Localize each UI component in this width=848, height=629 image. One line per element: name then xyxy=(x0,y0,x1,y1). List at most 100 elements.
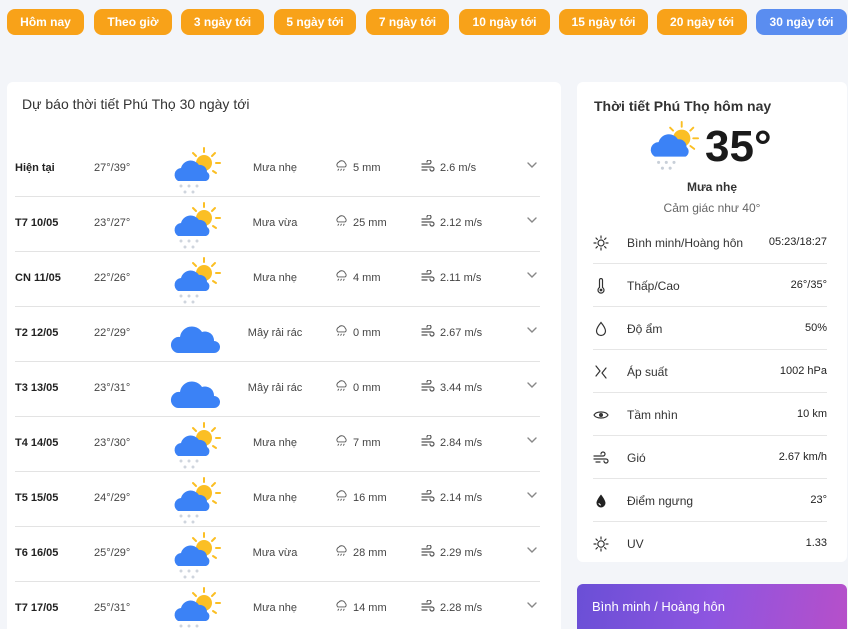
dew-point-icon xyxy=(593,493,609,509)
chevron-down-icon[interactable] xyxy=(525,378,539,392)
forecast-range-tabs: Hôm nay Theo giờ 3 ngày tới 5 ngày tới 7… xyxy=(0,9,848,35)
forecast-temp-range: 22°/29° xyxy=(94,327,131,339)
wind-speed-value: 2.11 m/s xyxy=(440,271,482,284)
current-condition: Mưa nhẹ xyxy=(686,180,738,194)
forecast-row[interactable]: CN 11/05 22°/26° Mưa nhẹ 4 mm 2.11 m/s xyxy=(15,252,540,307)
forecast-row[interactable]: T5 15/05 24°/29° Mưa nhẹ 16 mm 2.14 m/s xyxy=(15,472,540,527)
tab-7-days[interactable]: 7 ngày tới xyxy=(366,9,449,35)
wind-icon xyxy=(421,489,435,505)
sun-cloud-rain-icon xyxy=(166,421,226,469)
detail-row: Độ ẩm 50% xyxy=(593,307,827,350)
wind-speed: 2.14 m/s xyxy=(421,489,482,505)
chevron-down-icon[interactable] xyxy=(525,213,539,227)
forecast-day: T7 17/05 xyxy=(15,602,59,614)
forecast-day: T2 12/05 xyxy=(15,327,59,339)
precipitation-value: 14 mm xyxy=(353,601,387,614)
wind-icon xyxy=(593,450,609,466)
forecast-title: Dự báo thời tiết Phú Thọ 30 ngày tới xyxy=(22,96,250,112)
forecast-condition: Mây rải rác xyxy=(247,382,303,394)
tab-today[interactable]: Hôm nay xyxy=(7,9,84,35)
forecast-row[interactable]: T3 13/05 23°/31° Mây rải rác 0 mm 3.44 m/s xyxy=(15,362,540,417)
precipitation: 16 mm xyxy=(335,490,387,505)
detail-label: Gió xyxy=(627,451,646,465)
wind-icon xyxy=(421,379,435,395)
detail-row: Bình minh/Hoàng hôn 05:23/18:27 xyxy=(593,221,827,264)
detail-row: Thấp/Cao 26°/35° xyxy=(593,264,827,307)
wind-speed: 2.67 m/s xyxy=(421,324,482,340)
droplet-icon xyxy=(593,321,609,337)
wind-icon xyxy=(421,269,435,285)
detail-label: Bình minh/Hoàng hôn xyxy=(627,236,744,250)
tab-5-days[interactable]: 5 ngày tới xyxy=(274,9,356,35)
forecast-condition: Mưa nhẹ xyxy=(252,272,298,284)
precipitation-value: 16 mm xyxy=(353,491,387,504)
chevron-down-icon[interactable] xyxy=(525,268,539,282)
rain-icon xyxy=(335,270,348,285)
detail-label: Thấp/Cao xyxy=(627,279,680,293)
detail-row: Gió 2.67 km/h xyxy=(593,436,827,479)
feels-like: Cảm giác như 40° xyxy=(663,201,761,215)
forecast-condition: Mưa nhẹ xyxy=(252,162,298,174)
forecast-row[interactable]: T6 16/05 25°/29° Mưa vừa 28 mm 2.29 m/s xyxy=(15,527,540,582)
tab-10-days[interactable]: 10 ngày tới xyxy=(459,9,550,35)
wind-speed: 2.12 m/s xyxy=(421,214,482,230)
forecast-row[interactable]: Hiện tại 27°/39° Mưa nhẹ 5 mm 2.6 m/s xyxy=(15,142,540,197)
chevron-down-icon[interactable] xyxy=(525,158,539,172)
cloud-icon xyxy=(166,366,226,414)
thermometer-icon xyxy=(593,277,609,294)
chevron-down-icon[interactable] xyxy=(525,488,539,502)
sun-cloud-rain-icon xyxy=(166,256,226,304)
chevron-down-icon[interactable] xyxy=(525,323,539,337)
chevron-down-icon[interactable] xyxy=(525,598,539,612)
rain-icon xyxy=(335,325,348,340)
precipitation: 4 mm xyxy=(335,270,381,285)
rain-icon xyxy=(335,545,348,560)
rain-icon xyxy=(335,215,348,230)
forecast-row[interactable]: T4 14/05 23°/30° Mưa nhẹ 7 mm 2.84 m/s xyxy=(15,417,540,472)
precipitation: 25 mm xyxy=(335,215,387,230)
wind-speed: 2.6 m/s xyxy=(421,159,476,175)
current-temperature: 35° xyxy=(705,122,772,171)
wind-icon xyxy=(421,214,435,230)
tab-hourly[interactable]: Theo giờ xyxy=(94,9,172,35)
precipitation: 28 mm xyxy=(335,545,387,560)
forecast-day: T5 15/05 xyxy=(15,492,59,504)
forecast-temp-range: 22°/26° xyxy=(94,272,131,284)
sun-cloud-rain-icon xyxy=(166,586,226,629)
chevron-down-icon[interactable] xyxy=(525,433,539,447)
forecast-condition: Mây rải rác xyxy=(247,327,303,339)
forecast-row[interactable]: T7 10/05 23°/27° Mưa vừa 25 mm 2.12 m/s xyxy=(15,197,540,252)
tab-30-days[interactable]: 30 ngày tới xyxy=(756,9,847,35)
tab-15-days[interactable]: 15 ngày tới xyxy=(559,9,648,35)
detail-label: UV xyxy=(627,537,644,551)
wind-speed: 2.28 m/s xyxy=(421,599,483,615)
precipitation-value: 4 mm xyxy=(353,271,381,284)
forecast-row[interactable]: T7 17/05 25°/31° Mưa nhẹ 14 mm 2.28 m/s xyxy=(15,582,540,629)
sun-cloud-rain-icon xyxy=(166,146,226,194)
wind-speed-value: 3.44 m/s xyxy=(440,381,483,394)
sun-cloud-rain-icon xyxy=(166,476,226,524)
forecast-day: Hiện tại xyxy=(15,162,55,174)
wind-icon xyxy=(421,599,435,615)
today-title: Thời tiết Phú Thọ hôm nay xyxy=(594,98,772,114)
tab-20-days[interactable]: 20 ngày tới xyxy=(657,9,747,35)
wind-speed-value: 2.29 m/s xyxy=(440,546,483,559)
tab-3-days[interactable]: 3 ngày tới xyxy=(181,9,264,35)
precipitation-value: 25 mm xyxy=(353,216,387,229)
forecast-row[interactable]: T2 12/05 22°/29° Mây rải rác 0 mm 2.67 m/s xyxy=(15,307,540,362)
sunrise-sunset-card[interactable]: Bình minh / Hoàng hôn xyxy=(577,584,847,629)
forecast-day: T3 13/05 xyxy=(15,382,59,394)
forecast-condition: Mưa nhẹ xyxy=(252,437,298,449)
precipitation-value: 7 mm xyxy=(353,436,381,449)
detail-value: 10 km xyxy=(797,408,827,420)
wind-speed-value: 2.28 m/s xyxy=(440,601,483,614)
chevron-down-icon[interactable] xyxy=(525,543,539,557)
wind-speed: 2.29 m/s xyxy=(421,544,483,560)
wind-speed-value: 2.84 m/s xyxy=(440,436,483,449)
eye-icon xyxy=(593,407,609,423)
precipitation-value: 0 mm xyxy=(353,326,381,339)
sun-cloud-rain-icon xyxy=(166,531,226,579)
detail-value: 1.33 xyxy=(805,537,827,549)
wind-icon xyxy=(421,324,435,340)
forecast-condition: Mưa nhẹ xyxy=(252,492,298,504)
